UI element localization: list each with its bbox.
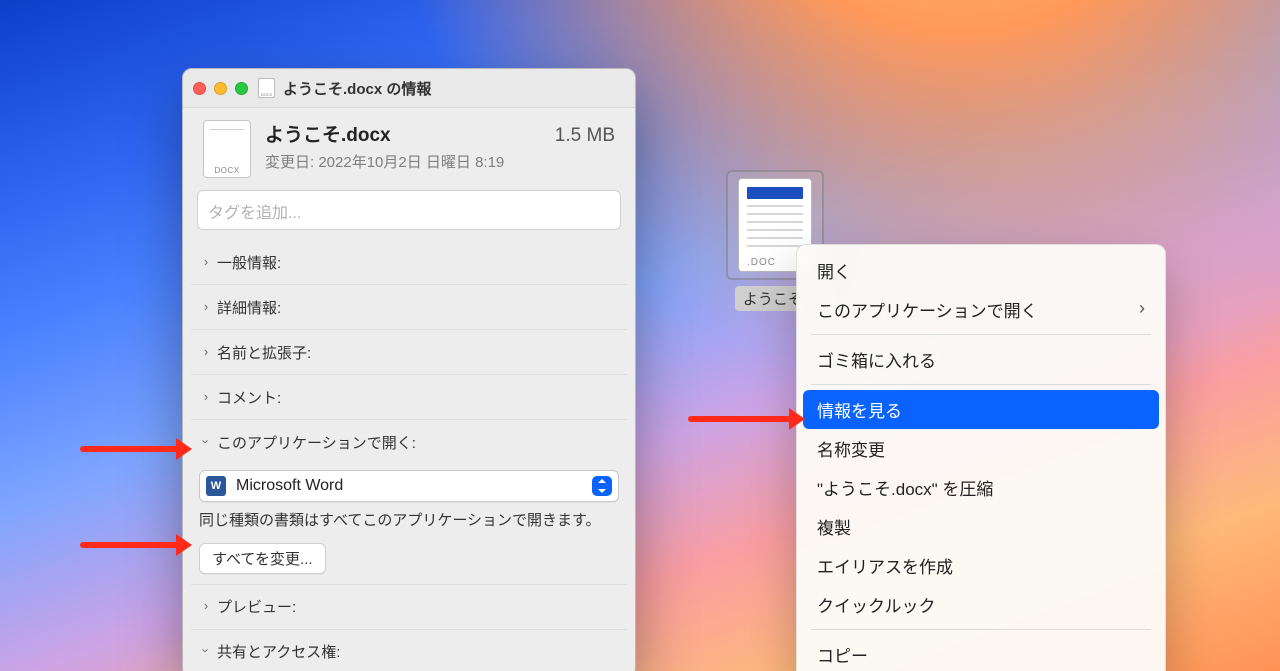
document-icon <box>258 78 275 98</box>
window-title: ようこそ.docx の情報 <box>283 78 431 99</box>
section-open-with[interactable]: › このアプリケーションで開く: <box>191 419 627 464</box>
annotation-arrow <box>80 446 180 452</box>
open-with-body: W Microsoft Word 同じ種類の書類はすべてこのアプリケーションで開… <box>191 464 627 584</box>
menu-separator <box>811 384 1151 385</box>
chevron-right-icon: › <box>199 344 213 359</box>
word-app-icon: W <box>206 476 226 496</box>
section-general[interactable]: › 一般情報: <box>191 240 627 284</box>
file-size: 1.5 MB <box>555 125 615 147</box>
section-label: このアプリケーションで開く: <box>217 432 416 453</box>
menu-open-with[interactable]: このアプリケーションで開く › <box>803 290 1159 329</box>
annotation-arrow <box>80 542 180 548</box>
file-modified-date: 変更日: 2022年10月2日 日曜日 8:19 <box>265 151 615 172</box>
menu-quicklook[interactable]: クイックルック <box>803 585 1159 624</box>
menu-make-alias[interactable]: エイリアスを作成 <box>803 546 1159 585</box>
section-details[interactable]: › 詳細情報: <box>191 284 627 329</box>
open-with-app-select[interactable]: W Microsoft Word <box>199 470 619 502</box>
chevron-right-icon: › <box>199 254 213 269</box>
section-label: 共有とアクセス権: <box>217 641 340 662</box>
file-header: ようこそ.docx 1.5 MB 変更日: 2022年10月2日 日曜日 8:1… <box>183 108 635 184</box>
chevron-down-icon: › <box>199 644 214 658</box>
menu-separator <box>811 629 1151 630</box>
section-comments[interactable]: › コメント: <box>191 374 627 419</box>
get-info-window: ようこそ.docx の情報 ようこそ.docx 1.5 MB 変更日: 2022… <box>182 68 636 671</box>
minimize-button[interactable] <box>214 82 227 95</box>
zoom-button[interactable] <box>235 82 248 95</box>
section-sharing[interactable]: › 共有とアクセス権: <box>191 629 627 671</box>
file-name: ようこそ.docx <box>265 120 391 147</box>
section-name-extension[interactable]: › 名前と拡張子: <box>191 329 627 374</box>
chevron-right-icon: › <box>199 299 213 314</box>
traffic-lights <box>193 82 248 95</box>
menu-duplicate[interactable]: 複製 <box>803 507 1159 546</box>
section-label: 詳細情報: <box>217 297 281 318</box>
section-preview[interactable]: › プレビュー: <box>191 584 627 629</box>
menu-trash[interactable]: ゴミ箱に入れる <box>803 340 1159 379</box>
menu-open[interactable]: 開く <box>803 251 1159 290</box>
section-label: プレビュー: <box>217 596 296 617</box>
menu-rename[interactable]: 名称変更 <box>803 429 1159 468</box>
selected-app-name: Microsoft Word <box>236 477 343 495</box>
chevron-right-icon: › <box>199 598 213 613</box>
chevron-right-icon: › <box>1139 298 1145 319</box>
change-all-button[interactable]: すべてを変更... <box>199 543 326 574</box>
section-label: 名前と拡張子: <box>217 342 311 363</box>
menu-separator <box>811 334 1151 335</box>
context-menu: 開く このアプリケーションで開く › ゴミ箱に入れる 情報を見る 名称変更 "よ… <box>796 244 1166 671</box>
chevron-down-icon: › <box>199 434 214 448</box>
file-preview-icon <box>203 120 251 178</box>
section-label: 一般情報: <box>217 252 281 273</box>
close-button[interactable] <box>193 82 206 95</box>
section-label: コメント: <box>217 387 281 408</box>
desktop-background: ようこそ.docx の情報 ようこそ.docx 1.5 MB 変更日: 2022… <box>0 0 1280 671</box>
menu-get-info[interactable]: 情報を見る <box>803 390 1159 429</box>
updown-icon <box>592 476 612 496</box>
window-titlebar[interactable]: ようこそ.docx の情報 <box>183 69 635 108</box>
menu-compress[interactable]: "ようこそ.docx" を圧縮 <box>803 468 1159 507</box>
chevron-right-icon: › <box>199 389 213 404</box>
tags-input[interactable]: タグを追加... <box>197 190 621 230</box>
open-with-hint: 同じ種類の書類はすべてこのアプリケーションで開きます。 <box>199 510 619 533</box>
annotation-arrow <box>688 416 793 422</box>
menu-copy[interactable]: コピー <box>803 635 1159 671</box>
